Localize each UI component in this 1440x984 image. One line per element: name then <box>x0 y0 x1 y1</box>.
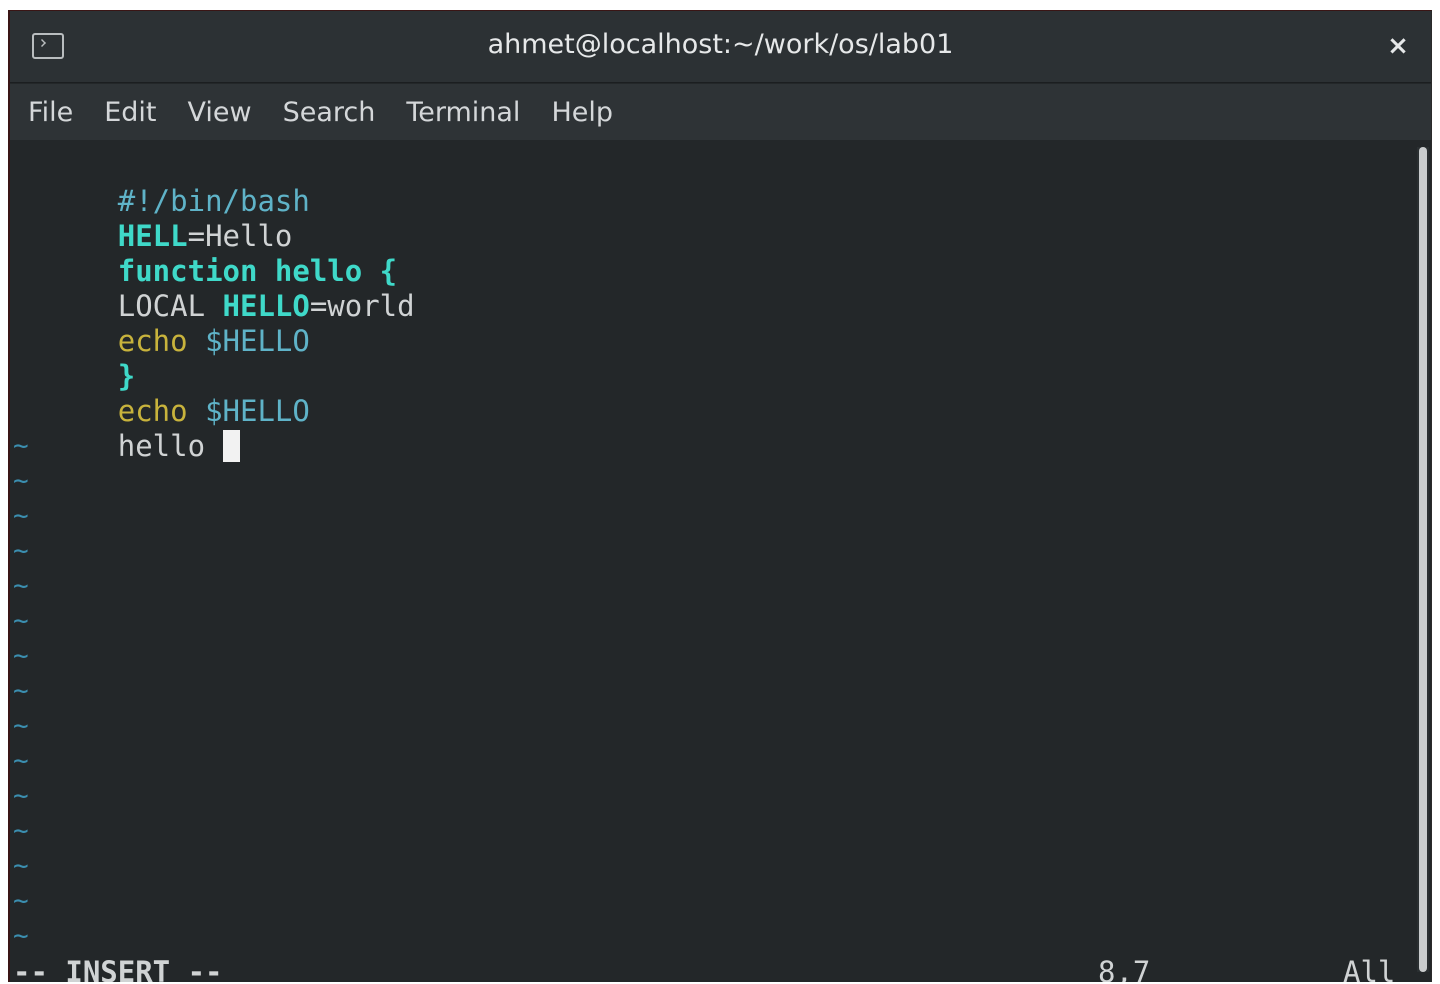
vim-editor[interactable]: #!/bin/bash HELL=Hello function hello { … <box>10 140 1418 982</box>
close-button[interactable]: × <box>1381 29 1415 63</box>
terminal-window: ahmet@localhost:~/work/os/lab01 × File E… <box>8 10 1432 982</box>
scrollbar[interactable] <box>1417 147 1429 972</box>
code-line: echo $HELLO <box>13 359 310 428</box>
empty-line-tilde: ~ <box>13 921 29 951</box>
menu-terminal[interactable]: Terminal <box>406 97 520 128</box>
code-token: $HELLO <box>187 324 310 358</box>
empty-line-tilde: ~ <box>13 501 29 531</box>
empty-line-tilde: ~ <box>13 851 29 881</box>
menu-help[interactable]: Help <box>551 97 613 128</box>
menu-view[interactable]: View <box>187 97 251 128</box>
code-token: hello <box>117 429 223 463</box>
empty-line-tilde: ~ <box>13 816 29 846</box>
code-token: =world <box>309 289 415 323</box>
mode-indicator: -- INSERT -- <box>13 955 223 982</box>
code-line: LOCAL HELLO=world <box>13 254 415 323</box>
window-title: ahmet@localhost:~/work/os/lab01 <box>487 29 954 60</box>
code-line: function hello { <box>13 219 397 288</box>
empty-line-tilde: ~ <box>13 606 29 636</box>
code-line: echo $HELLO <box>13 289 310 358</box>
scrollbar-thumb[interactable] <box>1419 147 1427 972</box>
code-line: } <box>13 324 135 393</box>
text-cursor <box>222 430 240 462</box>
menu-search[interactable]: Search <box>283 97 376 128</box>
menu-edit[interactable]: Edit <box>104 97 156 128</box>
scroll-indicator: All <box>1343 955 1396 982</box>
code-line: HELL=Hello <box>13 184 293 253</box>
status-line: -- INSERT -- 8,7 All <box>10 954 1418 982</box>
cursor-position: 8,7 <box>1098 955 1151 982</box>
empty-line-tilde: ~ <box>13 746 29 776</box>
menu-bar: File Edit View Search Terminal Help <box>10 84 1431 140</box>
empty-line-tilde: ~ <box>13 641 29 671</box>
empty-line-tilde: ~ <box>13 431 29 461</box>
code-line: #!/bin/bash <box>13 149 310 218</box>
empty-line-tilde: ~ <box>13 466 29 496</box>
title-bar[interactable]: ahmet@localhost:~/work/os/lab01 × <box>10 11 1431 83</box>
menu-file[interactable]: File <box>28 97 73 128</box>
empty-line-tilde: ~ <box>13 711 29 741</box>
empty-line-tilde: ~ <box>13 676 29 706</box>
empty-line-tilde: ~ <box>13 536 29 566</box>
empty-line-tilde: ~ <box>13 571 29 601</box>
empty-line-tilde: ~ <box>13 781 29 811</box>
empty-line-tilde: ~ <box>13 886 29 916</box>
code-line: hello <box>13 394 240 463</box>
